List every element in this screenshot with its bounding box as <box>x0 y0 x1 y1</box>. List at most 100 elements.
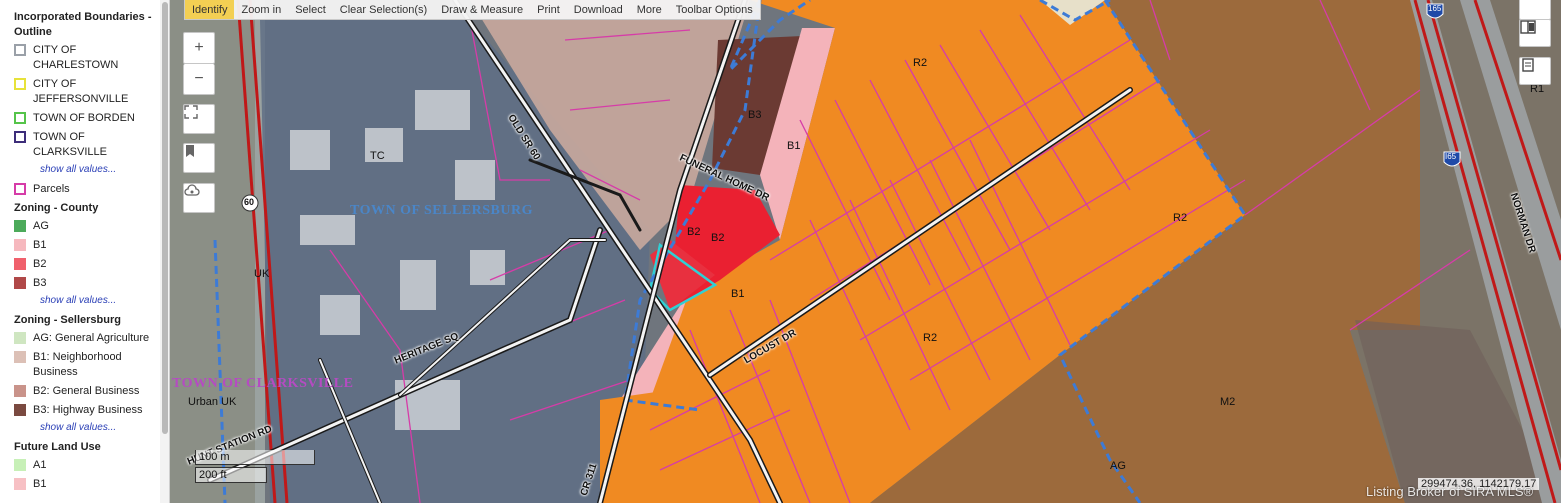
legend-scrollbar-thumb[interactable] <box>162 2 168 434</box>
i65-shield-label: 165 <box>1428 4 1442 13</box>
legend-item: B2 <box>14 257 154 272</box>
map-canvas[interactable] <box>170 0 1561 503</box>
legend-item: A1 <box>14 458 154 473</box>
bookmark-button[interactable] <box>183 143 215 173</box>
legend-item: B2: General Business <box>14 384 154 399</box>
toolbar-button-more[interactable]: More <box>630 0 669 19</box>
full-extent-button[interactable] <box>183 104 215 134</box>
legend-item: B1 <box>14 477 154 492</box>
legend-item-label: A1 <box>33 459 47 471</box>
map-view[interactable]: R2 R2 R2 B3 B1 B2 B2 B1 TC UK Urban UK M… <box>170 0 1561 503</box>
zone-label-r2: R2 <box>923 332 938 344</box>
zone-label-b2: B2 <box>687 226 701 238</box>
bookmark-icon <box>186 145 194 157</box>
legend-item-label: Parcels <box>33 183 70 195</box>
zone-label-b3: B3 <box>748 109 762 121</box>
expand-icon <box>184 105 198 119</box>
legend-section-title: Zoning - County <box>14 202 99 214</box>
plus-icon: + <box>194 39 204 56</box>
legend-item-label: TOWN OF CLARKSVILLE <box>33 131 107 158</box>
toolbar-button-print[interactable]: Print <box>530 0 567 19</box>
legend-item: B1: Neighborhood Business <box>14 350 154 380</box>
legend-swatch <box>14 112 26 124</box>
split-view-icon <box>1520 20 1536 34</box>
zone-label-uk: UK <box>254 268 270 280</box>
minus-icon: − <box>194 70 204 87</box>
right-tool-button[interactable] <box>1519 0 1551 20</box>
zone-label-r2: R2 <box>1173 212 1188 224</box>
toolbar-button-select[interactable]: Select <box>288 0 333 19</box>
toolbar-button-clear-selection-s[interactable]: Clear Selection(s) <box>333 0 434 19</box>
legend-swatch <box>14 332 26 344</box>
scale-metric: 100 m <box>195 450 315 465</box>
legend-swatch <box>14 239 26 251</box>
legend-item-label: CITY OF CHARLESTOWN <box>33 44 119 71</box>
compare-button[interactable] <box>1519 19 1551 47</box>
legend-section-title: Incorporated Boundaries - Outline <box>14 11 152 38</box>
legend-section-title: Zoning - Sellersburg <box>14 314 121 326</box>
legend-item: B1 <box>14 238 154 253</box>
legend-swatch <box>14 478 26 490</box>
scale-imperial: 200 ft <box>195 467 267 483</box>
legend-swatch <box>14 220 26 232</box>
cloud-location-icon <box>184 184 200 196</box>
legend-swatch <box>14 131 26 143</box>
map-layers-icon <box>1522 58 1534 72</box>
legend-item: AG <box>14 219 154 234</box>
legend-item: Parcels <box>14 182 154 197</box>
zone-label-r2: R2 <box>913 57 928 69</box>
legend-swatch <box>14 78 26 90</box>
legend-swatch <box>14 44 26 56</box>
zoom-out-button[interactable]: − <box>183 64 215 95</box>
i65-shield-label: I65 <box>1445 152 1457 161</box>
legend-item-label: B2 <box>33 258 47 270</box>
legend-item: B3 <box>14 276 154 291</box>
legend-item-label: B1 <box>33 239 47 251</box>
legend-item-label: B3: Highway Business <box>33 404 143 416</box>
show-all-values-link[interactable]: show all values... <box>40 294 154 307</box>
layers-button[interactable] <box>1519 57 1551 85</box>
legend-swatch <box>14 459 26 471</box>
toolbar-button-download[interactable]: Download <box>567 0 630 19</box>
toolbar-button-identify[interactable]: Identify <box>185 0 235 19</box>
map-toolbar: Identify Zoom in Select Clear Selection(s) D… <box>184 0 761 20</box>
legend-item-label: B1: Neighborhood Business <box>33 351 122 378</box>
zoom-in-button[interactable]: + <box>183 32 215 64</box>
toolbar-button-draw-measure[interactable]: Draw & Measure <box>434 0 530 19</box>
legend-item: B3: Highway Business <box>14 403 154 418</box>
zone-label-urban-uk: Urban UK <box>188 396 237 408</box>
zone-label-b1: B1 <box>787 140 801 152</box>
town-label-sellersburg: TOWN OF SELLERSBURG <box>350 203 533 218</box>
legend-content: Incorporated Boundaries - Outline CITY OF… <box>0 0 160 496</box>
legend-swatch <box>14 351 26 363</box>
watermark: Listing Broker of SIRA MLS® <box>1366 484 1534 499</box>
legend-scrollbar[interactable] <box>160 0 169 503</box>
legend-item-label: B2: General Business <box>33 385 140 397</box>
legend-swatch <box>14 385 26 397</box>
legend-item: CITY OF JEFFERSONVILLE <box>14 77 154 107</box>
zone-label-ag: AG <box>1110 460 1126 472</box>
zone-label-b2: B2 <box>711 232 725 244</box>
show-all-values-link[interactable]: show all values... <box>40 421 154 434</box>
town-label-clarksville: TOWN OF CLARKSVILLE <box>172 376 354 391</box>
toolbar-button-zoom-in[interactable]: Zoom in <box>234 0 288 19</box>
zone-label-tc: TC <box>370 150 385 162</box>
legend-swatch <box>14 404 26 416</box>
legend-swatch <box>14 183 26 195</box>
legend-item: AG: General Agriculture <box>14 331 154 346</box>
sr60-shield-label: 60 <box>244 197 255 207</box>
legend-item-label: B3 <box>33 277 47 289</box>
legend-panel: Incorporated Boundaries - Outline CITY OF… <box>0 0 170 503</box>
legend-item-label: TOWN OF BORDEN <box>33 112 135 124</box>
zone-label-b1: B1 <box>731 288 745 300</box>
show-all-values-link[interactable]: show all values... <box>40 163 154 176</box>
locate-button[interactable] <box>183 183 215 213</box>
legend-swatch <box>14 277 26 289</box>
legend-swatch <box>14 258 26 270</box>
legend-item: CITY OF CHARLESTOWN <box>14 43 154 73</box>
legend-section-title: Future Land Use <box>14 441 101 453</box>
legend-item: TOWN OF BORDEN <box>14 111 154 126</box>
scale-bar: 100 m 200 ft <box>195 450 315 486</box>
legend-item-label: AG <box>33 220 49 232</box>
toolbar-button-toolbar-options[interactable]: Toolbar Options <box>669 0 760 19</box>
